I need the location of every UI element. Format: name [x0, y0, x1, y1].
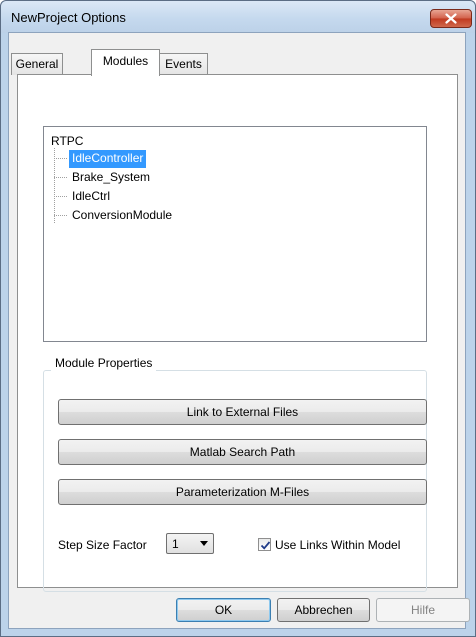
link-external-files-button[interactable]: Link to External Files: [58, 399, 427, 425]
step-size-factor-select[interactable]: 1: [166, 533, 214, 554]
parameterization-mfiles-button[interactable]: Parameterization M-Files: [58, 479, 427, 505]
tab-panel-modules: RTPC IdleController Brake_System IdleCtr…: [17, 74, 458, 592]
modules-tree[interactable]: RTPC IdleController Brake_System IdleCtr…: [43, 126, 427, 342]
window-title: NewProject Options: [11, 10, 126, 25]
step-size-factor-label: Step Size Factor: [58, 538, 147, 552]
tree-item-label: IdleCtrl: [72, 189, 111, 203]
ok-button[interactable]: OK: [176, 598, 271, 622]
tree-connector: [54, 215, 67, 216]
tab-modules[interactable]: Modules: [91, 49, 160, 76]
cancel-label: Abbrechen: [294, 603, 353, 617]
cancel-button[interactable]: Abbrechen: [277, 598, 370, 622]
tree-connector: [54, 158, 67, 159]
link-external-files-label: Link to External Files: [186, 405, 299, 419]
tree-root-label[interactable]: RTPC: [51, 134, 83, 148]
title-bar[interactable]: NewProject Options: [1, 1, 475, 33]
close-icon: [445, 13, 457, 24]
parameterization-mfiles-label: Parameterization M-Files: [175, 485, 310, 499]
step-size-factor-value: 1: [172, 537, 179, 551]
tab-modules-label: Modules: [102, 54, 149, 68]
tab-events-label: Events: [165, 57, 202, 71]
chevron-down-icon: [200, 541, 208, 546]
help-button[interactable]: Hilfe: [376, 598, 470, 622]
tree-item-label: ConversionModule: [72, 208, 173, 222]
tree-item-label: IdleController: [67, 149, 148, 169]
help-label: Hilfe: [410, 603, 435, 617]
tree-connector: [54, 196, 67, 197]
matlab-search-path-button[interactable]: Matlab Search Path: [58, 439, 427, 465]
tab-general[interactable]: General: [11, 53, 63, 75]
tree-connector: [54, 177, 67, 178]
tree-item-label: Brake_System: [72, 170, 151, 184]
matlab-search-path-label: Matlab Search Path: [189, 445, 296, 459]
use-links-checkbox[interactable]: [258, 538, 271, 551]
close-button[interactable]: [430, 9, 472, 28]
check-icon: [260, 541, 271, 550]
tree-connector-line: [54, 148, 55, 223]
tab-general-label: General: [15, 57, 59, 71]
tab-events[interactable]: Events: [159, 53, 208, 75]
ok-label: OK: [214, 603, 233, 617]
module-properties-title: Module Properties: [51, 355, 157, 371]
use-links-label: Use Links Within Model: [275, 538, 401, 552]
